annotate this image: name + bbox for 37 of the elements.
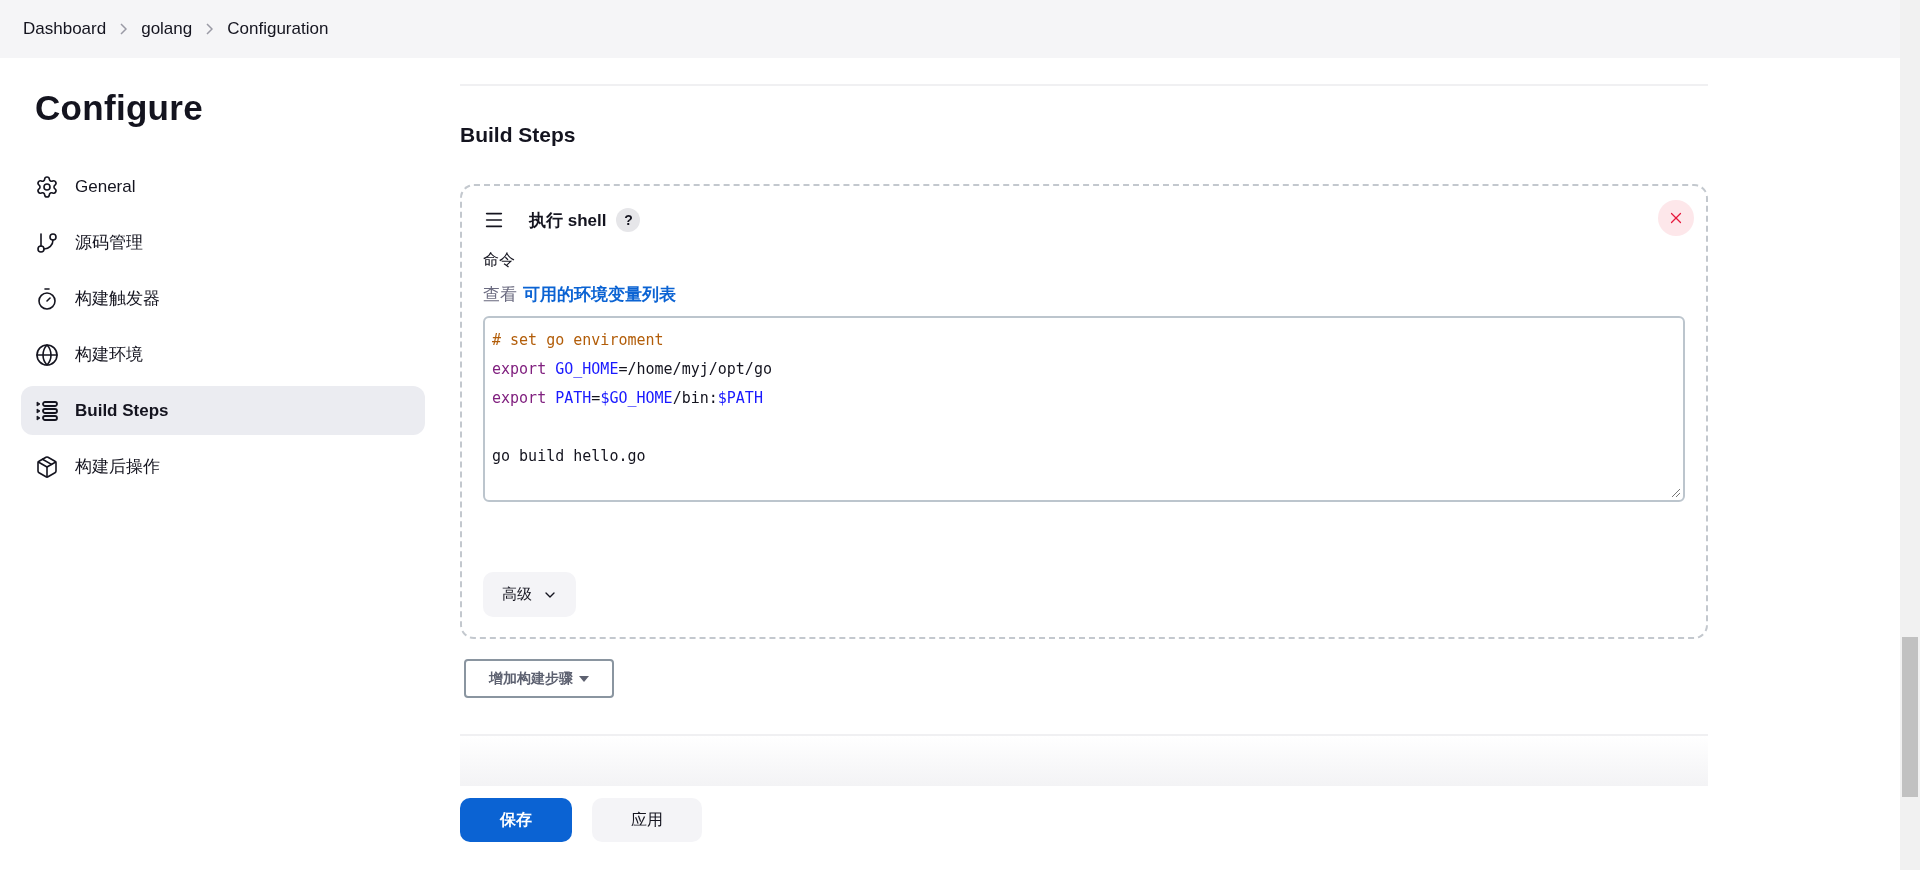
code-line: export GO_HOME=/home/myj/opt/go — [492, 360, 772, 378]
settings-icon — [35, 174, 59, 199]
branch-icon — [35, 230, 59, 255]
code-line: export PATH=$GO_HOME/bin:$PATH — [492, 389, 763, 407]
sidebar-item[interactable]: General — [21, 162, 425, 211]
scrollbar[interactable] — [1900, 0, 1920, 870]
command-textarea[interactable]: # set go enviroment export GO_HOME=/home/myj/opt/go export PATH=$GO_HOME/bin:$PATH go build hello.go — [483, 316, 1685, 502]
save-button[interactable]: 保存 — [460, 798, 572, 842]
caret-icon — [579, 675, 589, 682]
page-title: Configure — [35, 88, 204, 128]
help-button[interactable]: ? — [616, 208, 641, 232]
package-icon — [35, 454, 59, 479]
section-title: Build Steps — [460, 123, 577, 147]
timer-icon — [35, 286, 59, 311]
breadcrumb-link[interactable]: Dashboard — [23, 19, 107, 39]
add-build-step-button[interactable]: 增加构建步骤 — [464, 659, 614, 698]
globe-icon — [35, 342, 59, 367]
env-vars-link[interactable]: 可用的环境变量列表 — [523, 283, 676, 306]
chevron-right-icon — [206, 23, 214, 35]
code-line: # set go enviroment — [492, 331, 664, 349]
field-label: 命令 — [483, 250, 516, 270]
list-icon — [35, 398, 59, 423]
breadcrumb-link[interactable]: golang — [141, 19, 193, 39]
apply-button[interactable]: 应用 — [592, 798, 702, 842]
advanced-button[interactable]: 高级 — [483, 572, 576, 617]
sidebar-item[interactable]: Build Steps — [21, 386, 425, 435]
close-button[interactable] — [1658, 200, 1694, 236]
chevron-right-icon — [120, 23, 128, 35]
sidebar-item[interactable]: 构建环境 — [21, 330, 425, 379]
sidebar-item[interactable]: 源码管理 — [21, 218, 425, 267]
resize-handle-icon[interactable] — [1671, 488, 1681, 498]
step-title: 执行 shell — [529, 209, 607, 232]
code-line: go build hello.go — [492, 447, 646, 465]
sidebar-item[interactable]: 构建触发器 — [21, 274, 425, 323]
breadcrumb-link[interactable]: Configuration — [227, 19, 329, 39]
env-prefix: 查看 — [483, 284, 517, 306]
sidebar-item[interactable]: 构建后操作 — [21, 442, 425, 491]
